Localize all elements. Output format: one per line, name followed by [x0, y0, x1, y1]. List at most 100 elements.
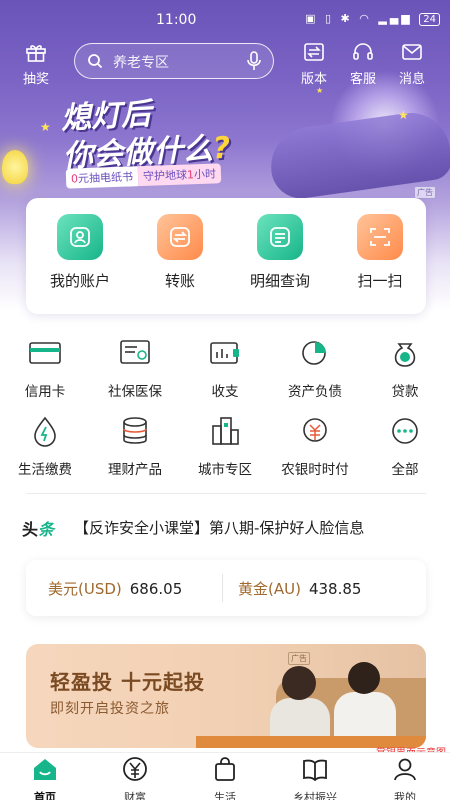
service-label: 信用卡 [24, 384, 66, 400]
tab-rural-revitalization[interactable]: 乡村振兴 [280, 755, 350, 800]
service-label: 贷款 [391, 384, 419, 400]
vibrate-icon: ▯ [324, 12, 335, 25]
bluetooth-icon: ✱ [340, 12, 353, 25]
service-label: 社保医保 [108, 384, 162, 400]
service-label: 生活缴费 [18, 462, 72, 478]
service-assets-liabilities[interactable]: 资产负债 [270, 336, 360, 400]
headline-tag-b: 条 [38, 520, 55, 539]
pie-chart-icon [302, 341, 326, 365]
banner-sub-b: 守护地球 [142, 168, 188, 184]
scan-icon [357, 214, 403, 260]
quick-action-label: 扫一扫 [357, 272, 403, 290]
banner-sub-a: 元抽电纸书 [77, 170, 134, 186]
quick-action-scan[interactable]: 扫一扫 [330, 214, 430, 291]
star-icon: ★ [40, 120, 51, 134]
rate-value: 686.05 [129, 580, 183, 598]
service-abc-pay[interactable]: 农银时时付 [270, 414, 360, 478]
version-label: 版本 [300, 72, 327, 87]
person-head [282, 666, 316, 700]
user-icon [394, 758, 416, 781]
utility-icon [34, 416, 56, 447]
customer-service-button[interactable]: 客服 [341, 42, 385, 87]
tab-home[interactable]: 首页 [10, 755, 80, 800]
bottom-tab-bar: 首页 财富 生活 乡村振兴 我的 [0, 752, 450, 800]
microphone-icon[interactable] [247, 51, 261, 71]
rate-usd[interactable]: 美元(USD) 686.05 [48, 578, 182, 599]
headline-text: 【反诈安全小课堂】第八期-保护好人脸信息 [74, 519, 365, 537]
service-label: 农银时时付 [281, 462, 349, 478]
more-icon [392, 418, 418, 444]
promo-subtitle: 即刻开启投资之旅 [50, 701, 170, 717]
tab-label: 生活 [214, 791, 236, 800]
coins-icon [123, 417, 147, 444]
battery-icon: 24 [419, 13, 440, 26]
lottery-button[interactable]: 抽奖 [14, 42, 58, 87]
ad-badge: 广告 [414, 186, 436, 199]
headline-tag-a: 头 [22, 520, 39, 539]
service-social-security[interactable]: 社保医保 [90, 336, 180, 400]
quick-action-details[interactable]: 明细查询 [230, 214, 330, 291]
wifi-icon: ◠ [359, 12, 372, 25]
headline-ticker[interactable]: 头条 【反诈安全小课堂】第八期-保护好人脸信息 [22, 514, 432, 540]
details-icon [257, 214, 303, 260]
rate-name: 美元(USD) [48, 580, 122, 598]
account-icon [57, 214, 103, 260]
service-wealth-products[interactable]: 理财产品 [90, 414, 180, 478]
quick-action-my-account[interactable]: 我的账户 [30, 214, 130, 291]
star-icon: ★ [316, 86, 324, 95]
tab-mine[interactable]: 我的 [370, 755, 440, 800]
service-credit-card[interactable]: 信用卡 [0, 336, 90, 400]
home-icon [34, 759, 56, 780]
tab-label: 我的 [394, 791, 416, 800]
tab-wealth[interactable]: 财富 [100, 755, 170, 800]
search-input[interactable]: 养老专区 [74, 43, 274, 79]
service-loan[interactable]: 贷款 [360, 336, 450, 400]
service-all[interactable]: 全部 [360, 414, 450, 478]
search-icon [88, 54, 103, 69]
service-label: 收支 [211, 384, 239, 400]
rate-value: 438.85 [308, 580, 362, 598]
banner-subtitle: 0元抽电纸书 守护地球1小时 [65, 163, 222, 189]
person-head [348, 662, 380, 694]
book-icon [303, 759, 327, 782]
lightbulb-icon [2, 150, 28, 184]
credit-card-icon [29, 342, 61, 364]
ad-badge: 广告 [288, 652, 310, 665]
service-label: 理财产品 [108, 462, 162, 478]
service-utility-payment[interactable]: 生活缴费 [0, 414, 90, 478]
service-label: 城市专区 [198, 462, 252, 478]
customer-service-label: 客服 [349, 72, 376, 87]
rates-card[interactable]: 美元(USD) 686.05 黄金(AU) 438.85 [26, 560, 426, 616]
nfc-icon: ▣ [305, 12, 319, 25]
mail-icon [402, 44, 422, 60]
lottery-label: 抽奖 [22, 72, 49, 87]
quick-action-label: 转账 [164, 272, 195, 290]
transfer-icon [157, 214, 203, 260]
status-icons: ▣ ▯ ✱ ◠ ▂▄▆ 24 [305, 12, 440, 26]
top-navigation: 抽奖 养老专区 版本 客服 消息 [0, 40, 450, 87]
promo-title: 轻盈投 十元起投 [50, 670, 205, 694]
service-label: 资产负债 [288, 384, 342, 400]
service-label: 全部 [391, 462, 419, 478]
bag-icon [215, 757, 235, 781]
city-icon [212, 417, 239, 445]
service-city-zone[interactable]: 城市专区 [180, 414, 270, 478]
banner-question-mark: ? [211, 130, 232, 167]
tab-life[interactable]: 生活 [190, 755, 260, 800]
divider [26, 493, 426, 494]
yen-icon [123, 757, 147, 781]
rate-gold[interactable]: 黄金(AU) 438.85 [238, 578, 361, 599]
income-expense-icon [210, 342, 239, 364]
headline-tag: 头条 [22, 516, 54, 540]
quick-action-label: 明细查询 [249, 272, 310, 290]
pay-icon [303, 418, 327, 442]
star-icon: ★ [398, 108, 409, 122]
quick-actions-card: 我的账户 转账 明细查询 扫一扫 [26, 198, 426, 314]
tab-label: 首页 [34, 791, 56, 800]
service-income-expense[interactable]: 收支 [180, 336, 270, 400]
version-button[interactable]: 版本 [292, 42, 336, 87]
promo-banner[interactable]: 轻盈投 十元起投 即刻开启投资之旅 广告 [26, 644, 426, 748]
quick-action-transfer[interactable]: 转账 [130, 214, 230, 291]
quick-action-label: 我的账户 [49, 272, 110, 290]
messages-button[interactable]: 消息 [390, 42, 434, 87]
